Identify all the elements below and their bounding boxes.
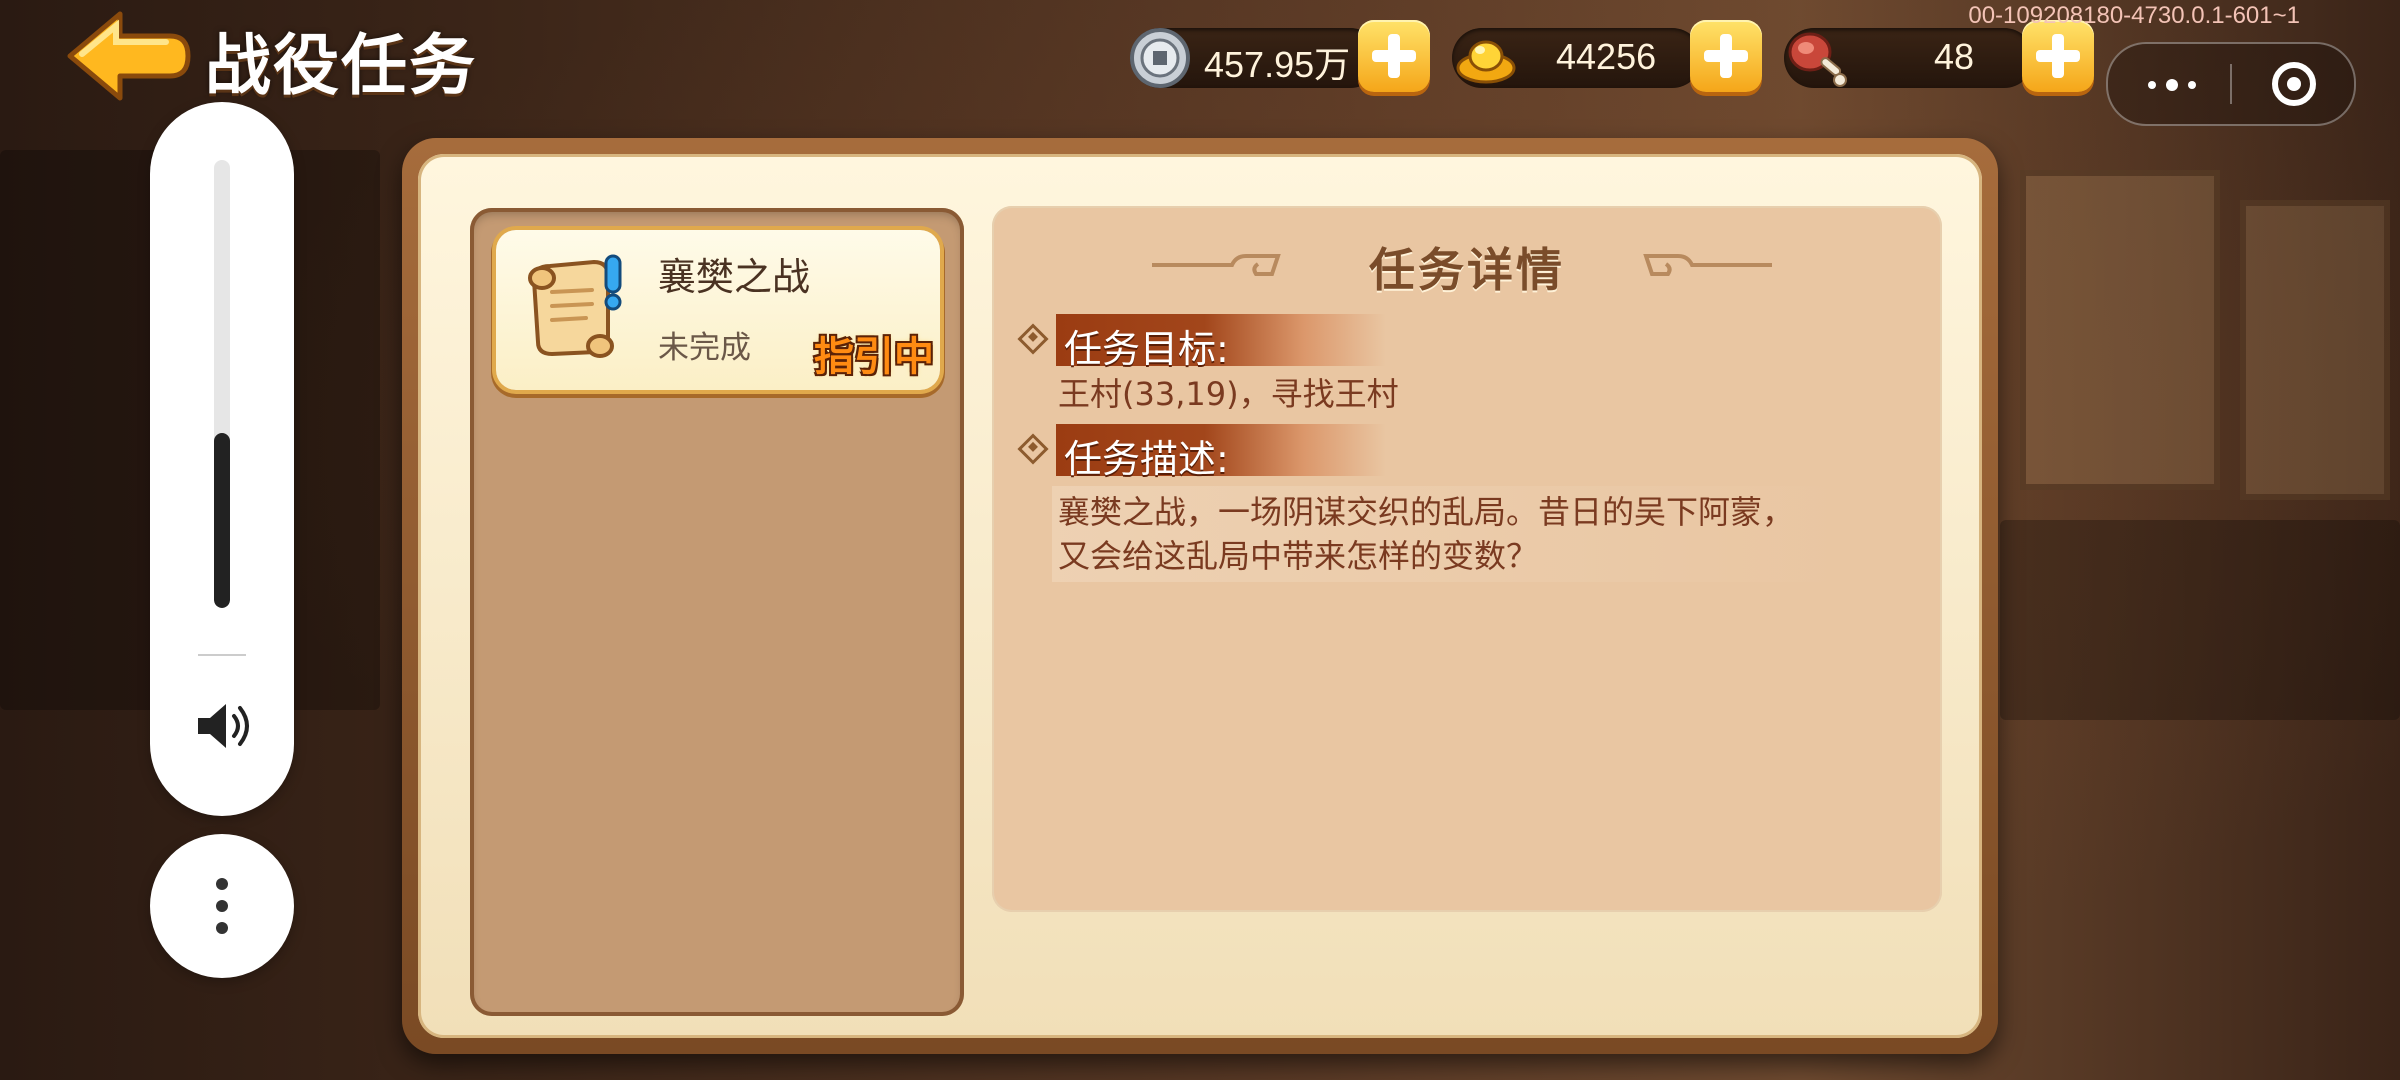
quest-scroll-icon xyxy=(528,254,622,358)
more-menu-icon[interactable] xyxy=(2138,64,2208,104)
capsule-divider xyxy=(2230,64,2232,104)
detail-title: 任务详情 xyxy=(1369,243,1565,297)
ornament-right-icon xyxy=(1643,254,1772,276)
dialog-parchment: 襄樊之战 未完成 指引中 任务详情 任务目标: 王村(33,19)，寻找王村 任… xyxy=(418,154,1982,1038)
quest-name: 襄樊之战 xyxy=(658,255,811,299)
build-id-text: 00-109208180-4730.0.1-601~1 xyxy=(1968,2,2300,29)
volume-more-button[interactable] xyxy=(150,834,294,978)
volume-level-fill xyxy=(214,433,230,608)
meat-drumstick-icon xyxy=(1788,32,1847,87)
diamond-bullet-icon xyxy=(1017,323,1049,355)
quest-list-item[interactable]: 襄樊之战 未完成 指引中 xyxy=(496,230,940,390)
quest-detail-panel: 任务详情 任务目标: 王村(33,19)，寻找王村 任务描述: 襄樊之战，一场阴… xyxy=(992,206,1942,912)
background-window xyxy=(2240,200,2390,500)
add-coin-button[interactable] xyxy=(1358,20,1430,92)
currency-stamina: 48 xyxy=(1784,28,2034,88)
description-line: 襄樊之战，一场阴谋交织的乱局。昔日的吴下阿蒙， xyxy=(1058,493,1795,531)
quest-status: 未完成 xyxy=(658,330,751,366)
page-title: 战役任务 xyxy=(205,27,477,104)
game-screen: 战役任务 457.95万 44256 48 00-109208180-4730.… xyxy=(0,0,2400,1080)
background-window xyxy=(2020,170,2220,490)
miniprogram-capsule xyxy=(2106,42,2356,126)
objective-label: 任务目标: xyxy=(1064,327,1229,371)
gold-ingot-icon xyxy=(1456,40,1516,84)
currency-value: 48 xyxy=(1934,36,1975,77)
currency-value: 457.95万 xyxy=(1204,44,1351,85)
speaker-icon[interactable] xyxy=(194,698,254,754)
objective-text[interactable]: 王村(33,19)，寻找王村 xyxy=(1058,372,1399,416)
currency-gold: 44256 xyxy=(1452,28,1702,88)
description-line: 又会给这乱局中带来怎样的变数？ xyxy=(1058,537,1539,575)
objective-header: 任务目标: xyxy=(1017,314,1422,371)
coin-icon xyxy=(1130,28,1190,88)
back-arrow-icon[interactable] xyxy=(62,8,192,104)
currency-coin: 457.95万 xyxy=(1130,28,1380,88)
quest-list-panel: 襄樊之战 未完成 指引中 xyxy=(470,208,964,1016)
background-table xyxy=(2000,520,2400,720)
guide-badge: 指引中 xyxy=(814,334,934,380)
close-target-icon[interactable] xyxy=(2272,62,2316,106)
volume-panel xyxy=(150,102,294,816)
volume-divider xyxy=(198,654,246,656)
currency-value: 44256 xyxy=(1556,36,1657,77)
description-label: 任务描述: xyxy=(1064,437,1229,481)
diamond-bullet-icon xyxy=(1017,433,1049,465)
add-gold-button[interactable] xyxy=(1690,20,1762,92)
quest-dialog: 襄樊之战 未完成 指引中 任务详情 任务目标: 王村(33,19)，寻找王村 任… xyxy=(402,138,1998,1054)
description-header: 任务描述: xyxy=(1017,424,1422,481)
add-stamina-button[interactable] xyxy=(2022,20,2094,92)
volume-slider[interactable] xyxy=(214,160,230,608)
